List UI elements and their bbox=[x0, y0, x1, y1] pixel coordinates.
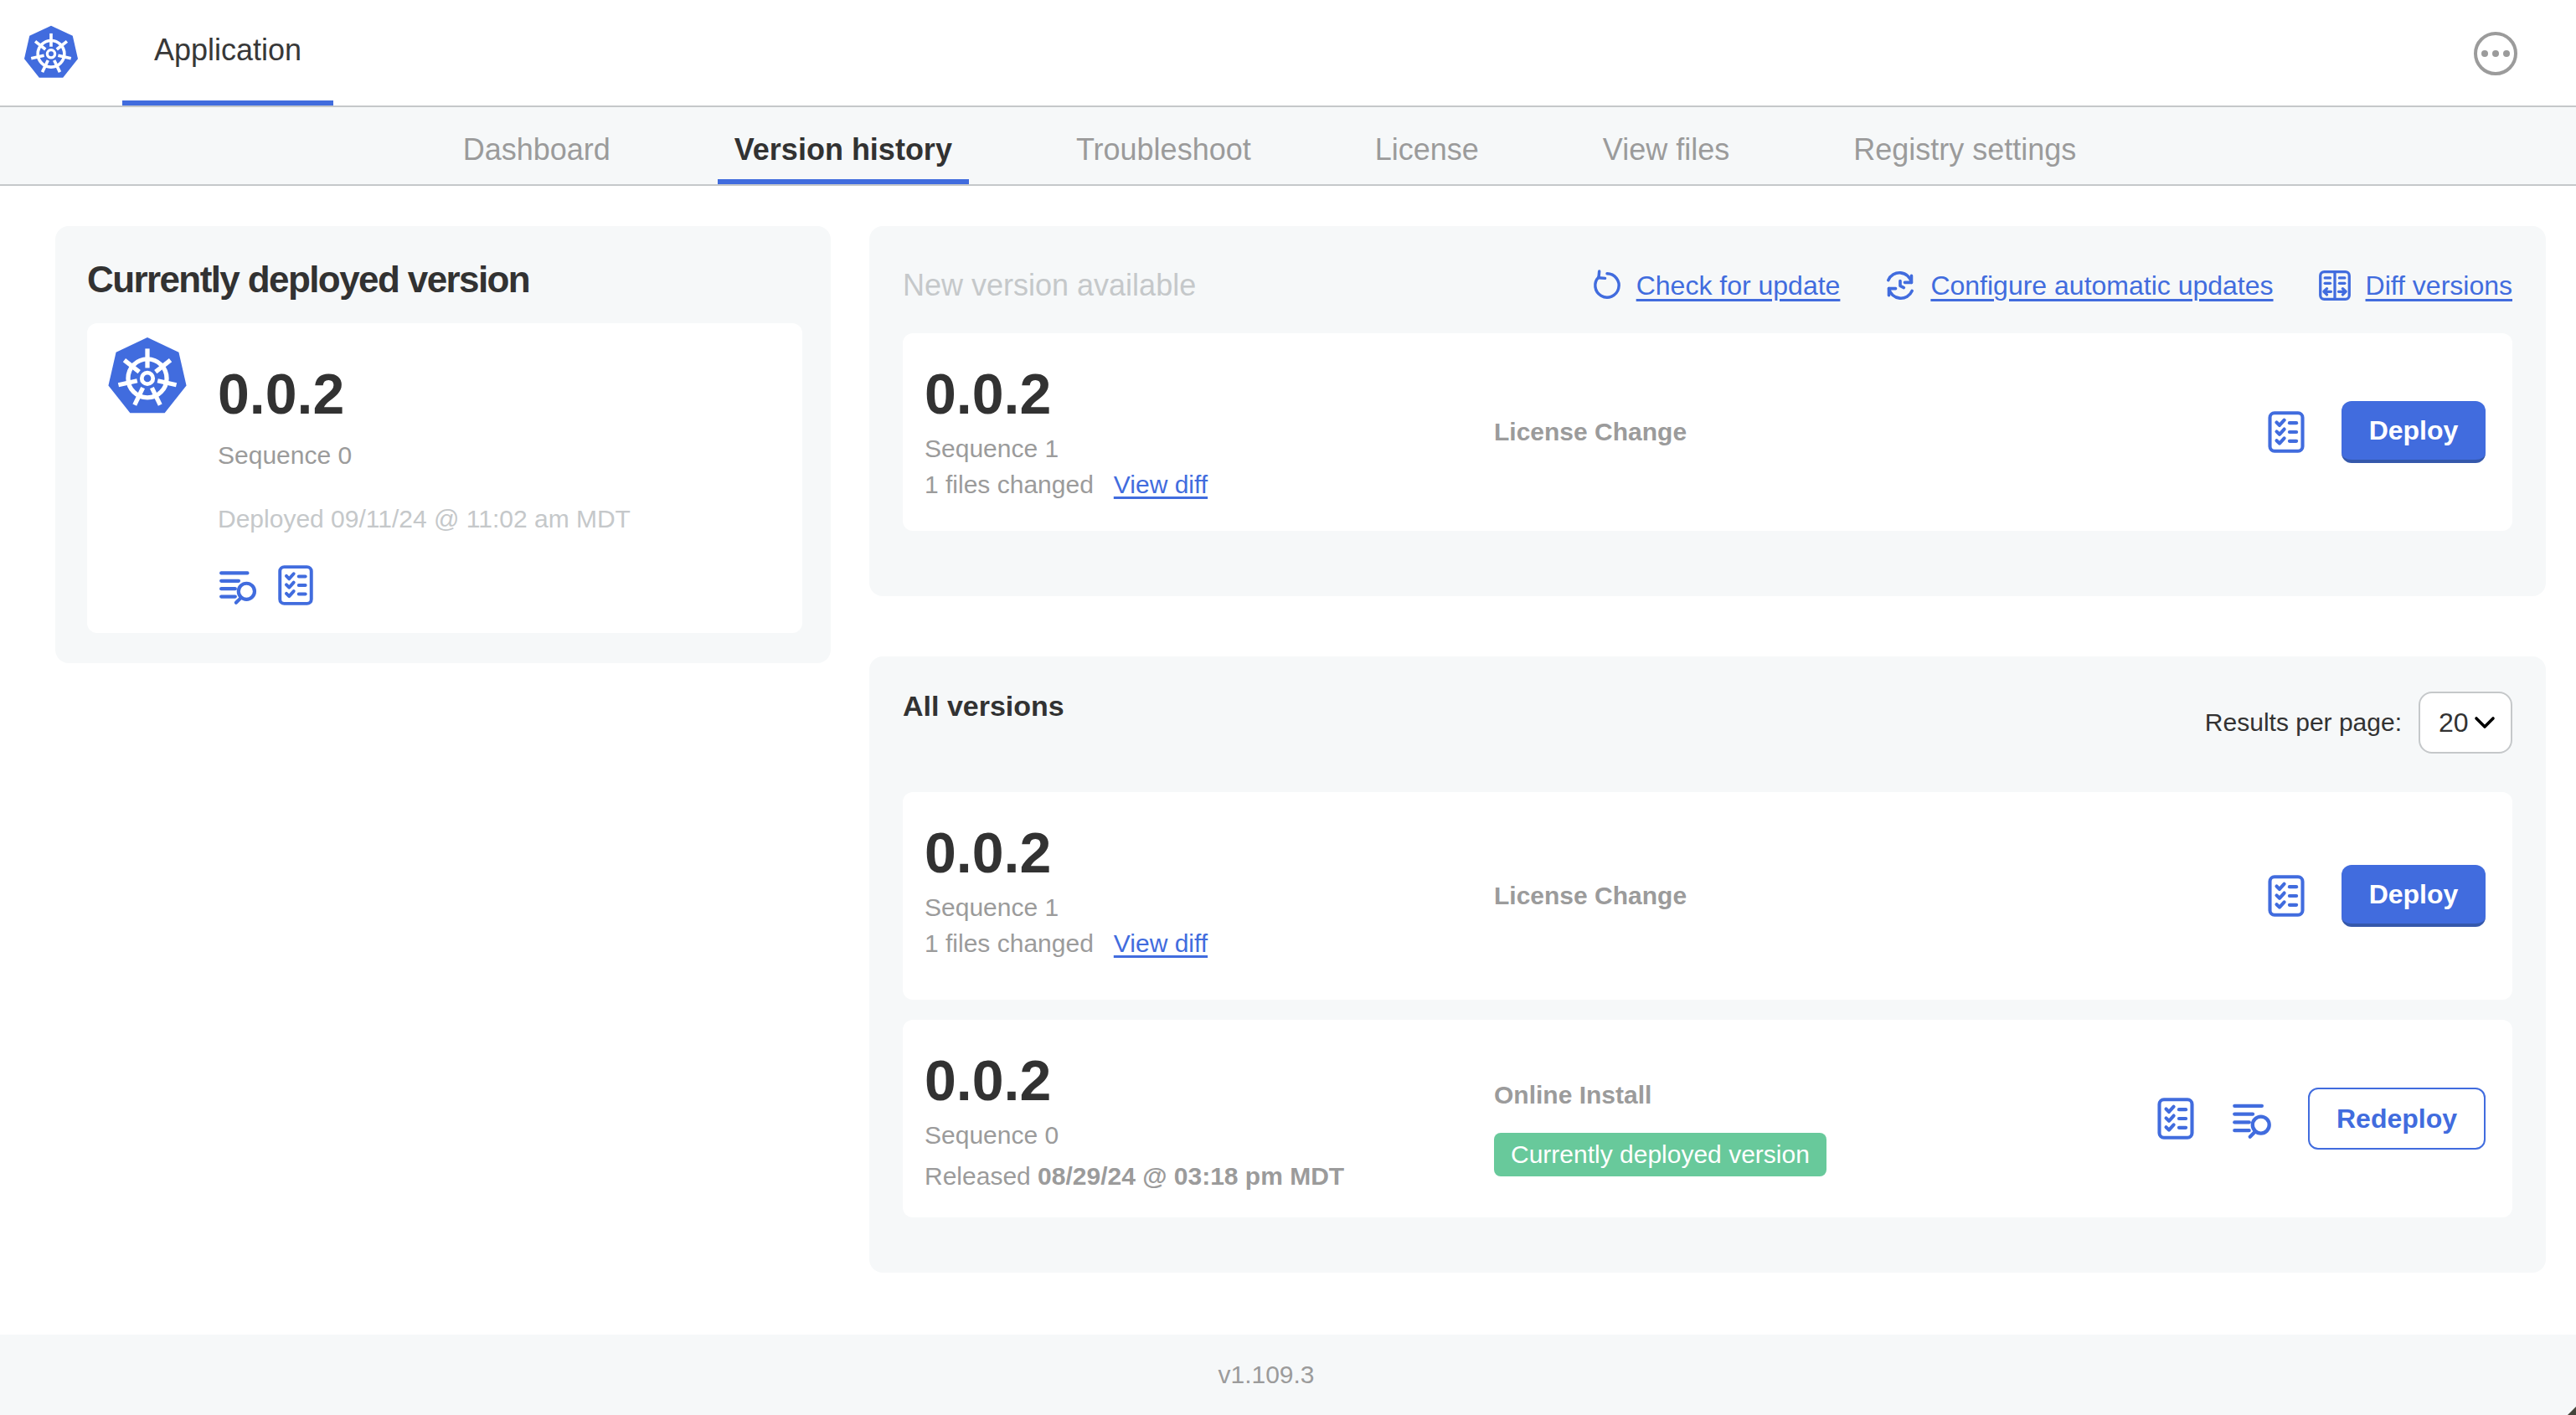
version-sequence: Sequence 0 bbox=[925, 1120, 1494, 1150]
app-logo bbox=[23, 0, 79, 105]
nav-item-application[interactable]: Application bbox=[122, 0, 333, 105]
new-version-source: License Change bbox=[1494, 416, 1687, 448]
currently-deployed-title: Currently deployed version bbox=[87, 260, 802, 300]
version-row-sequence-0: 0.0.2 Sequence 0 Released 08/29/24 @ 03:… bbox=[903, 1020, 2512, 1217]
top-navbar: Application bbox=[0, 0, 2576, 107]
console-version: v1.109.3 bbox=[1218, 1361, 1314, 1389]
version-row-sequence-1: 0.0.2 Sequence 1 1 files changed View di… bbox=[903, 792, 2512, 1000]
deployed-sequence: Sequence 0 bbox=[218, 440, 631, 471]
version-number: 0.0.2 bbox=[925, 821, 1494, 884]
deployed-timestamp: Deployed 09/11/24 @ 11:02 am MDT bbox=[218, 504, 631, 534]
preflight-checks-icon[interactable] bbox=[2264, 410, 2308, 454]
diff-versions-link[interactable]: Diff versions bbox=[2317, 269, 2512, 302]
app-name: Application bbox=[154, 33, 301, 68]
preflight-checks-icon[interactable] bbox=[2264, 874, 2308, 918]
new-version-number: 0.0.2 bbox=[925, 362, 1494, 425]
app-subnav: Dashboard Version history Troubleshoot L… bbox=[0, 107, 2576, 186]
new-version-sequence: Sequence 1 bbox=[925, 434, 1494, 464]
files-changed-label: 1 files changed bbox=[925, 469, 1094, 501]
deploy-button[interactable]: Deploy bbox=[2342, 401, 2486, 463]
kubernetes-app-icon bbox=[107, 337, 188, 417]
kubernetes-logo-icon bbox=[23, 25, 79, 80]
version-source: License Change bbox=[1494, 880, 1687, 912]
deployed-version-number: 0.0.2 bbox=[218, 362, 631, 425]
deploy-button[interactable]: Deploy bbox=[2342, 865, 2486, 927]
files-changed-label: 1 files changed bbox=[925, 928, 1094, 960]
preflight-checks-icon[interactable] bbox=[2154, 1097, 2197, 1140]
currently-deployed-card: Currently deployed version 0.0.2 Sequenc… bbox=[55, 226, 831, 663]
tab-license[interactable]: License bbox=[1358, 107, 1496, 184]
view-diff-link[interactable]: View diff bbox=[1114, 469, 1208, 501]
main-content: Currently deployed version 0.0.2 Sequenc… bbox=[55, 226, 2546, 1273]
version-sequence: Sequence 1 bbox=[925, 893, 1494, 923]
ellipsis-icon bbox=[2481, 50, 2488, 57]
results-per-page-label: Results per page: bbox=[2205, 708, 2402, 737]
chevron-down-icon bbox=[2474, 716, 2496, 729]
tab-version-history[interactable]: Version history bbox=[718, 107, 969, 184]
new-version-card: New version available Check for update C… bbox=[869, 226, 2546, 596]
tab-dashboard[interactable]: Dashboard bbox=[446, 107, 627, 184]
preflight-checks-icon[interactable] bbox=[275, 564, 317, 606]
released-timestamp: Released 08/29/24 @ 03:18 pm MDT bbox=[925, 1160, 1494, 1192]
all-versions-card: All versions Results per page: 20 0.0.2 … bbox=[869, 656, 2546, 1273]
currently-deployed-version-card: 0.0.2 Sequence 0 Deployed 09/11/24 @ 11:… bbox=[87, 323, 802, 633]
release-notes-icon[interactable] bbox=[2231, 1097, 2275, 1140]
auto-update-icon bbox=[1883, 269, 1917, 302]
refresh-icon bbox=[1591, 270, 1623, 301]
check-for-update-link[interactable]: Check for update bbox=[1591, 270, 1841, 301]
release-notes-icon[interactable] bbox=[218, 564, 260, 606]
more-menu-button[interactable] bbox=[2474, 32, 2517, 75]
configure-automatic-updates-link[interactable]: Configure automatic updates bbox=[1883, 269, 2273, 302]
new-version-title: New version available bbox=[903, 265, 1196, 306]
tab-registry-settings[interactable]: Registry settings bbox=[1837, 107, 2093, 184]
footer: v1.109.3 bbox=[0, 1335, 2576, 1415]
version-number: 0.0.2 bbox=[925, 1048, 1494, 1112]
redeploy-button[interactable]: Redeploy bbox=[2308, 1088, 2486, 1150]
version-source: Online Install bbox=[1494, 1079, 1651, 1111]
results-per-page-select[interactable]: 20 bbox=[2419, 692, 2512, 754]
tab-view-files[interactable]: View files bbox=[1586, 107, 1746, 184]
new-version-row: 0.0.2 Sequence 1 1 files changed View di… bbox=[903, 333, 2512, 531]
diff-versions-icon bbox=[2317, 269, 2352, 302]
all-versions-title: All versions bbox=[903, 690, 1064, 723]
page: Application Dashboard Version history Tr… bbox=[0, 0, 2576, 1415]
view-diff-link[interactable]: View diff bbox=[1114, 928, 1208, 960]
tab-troubleshoot[interactable]: Troubleshoot bbox=[1059, 107, 1268, 184]
currently-deployed-badge: Currently deployed version bbox=[1494, 1133, 1826, 1176]
